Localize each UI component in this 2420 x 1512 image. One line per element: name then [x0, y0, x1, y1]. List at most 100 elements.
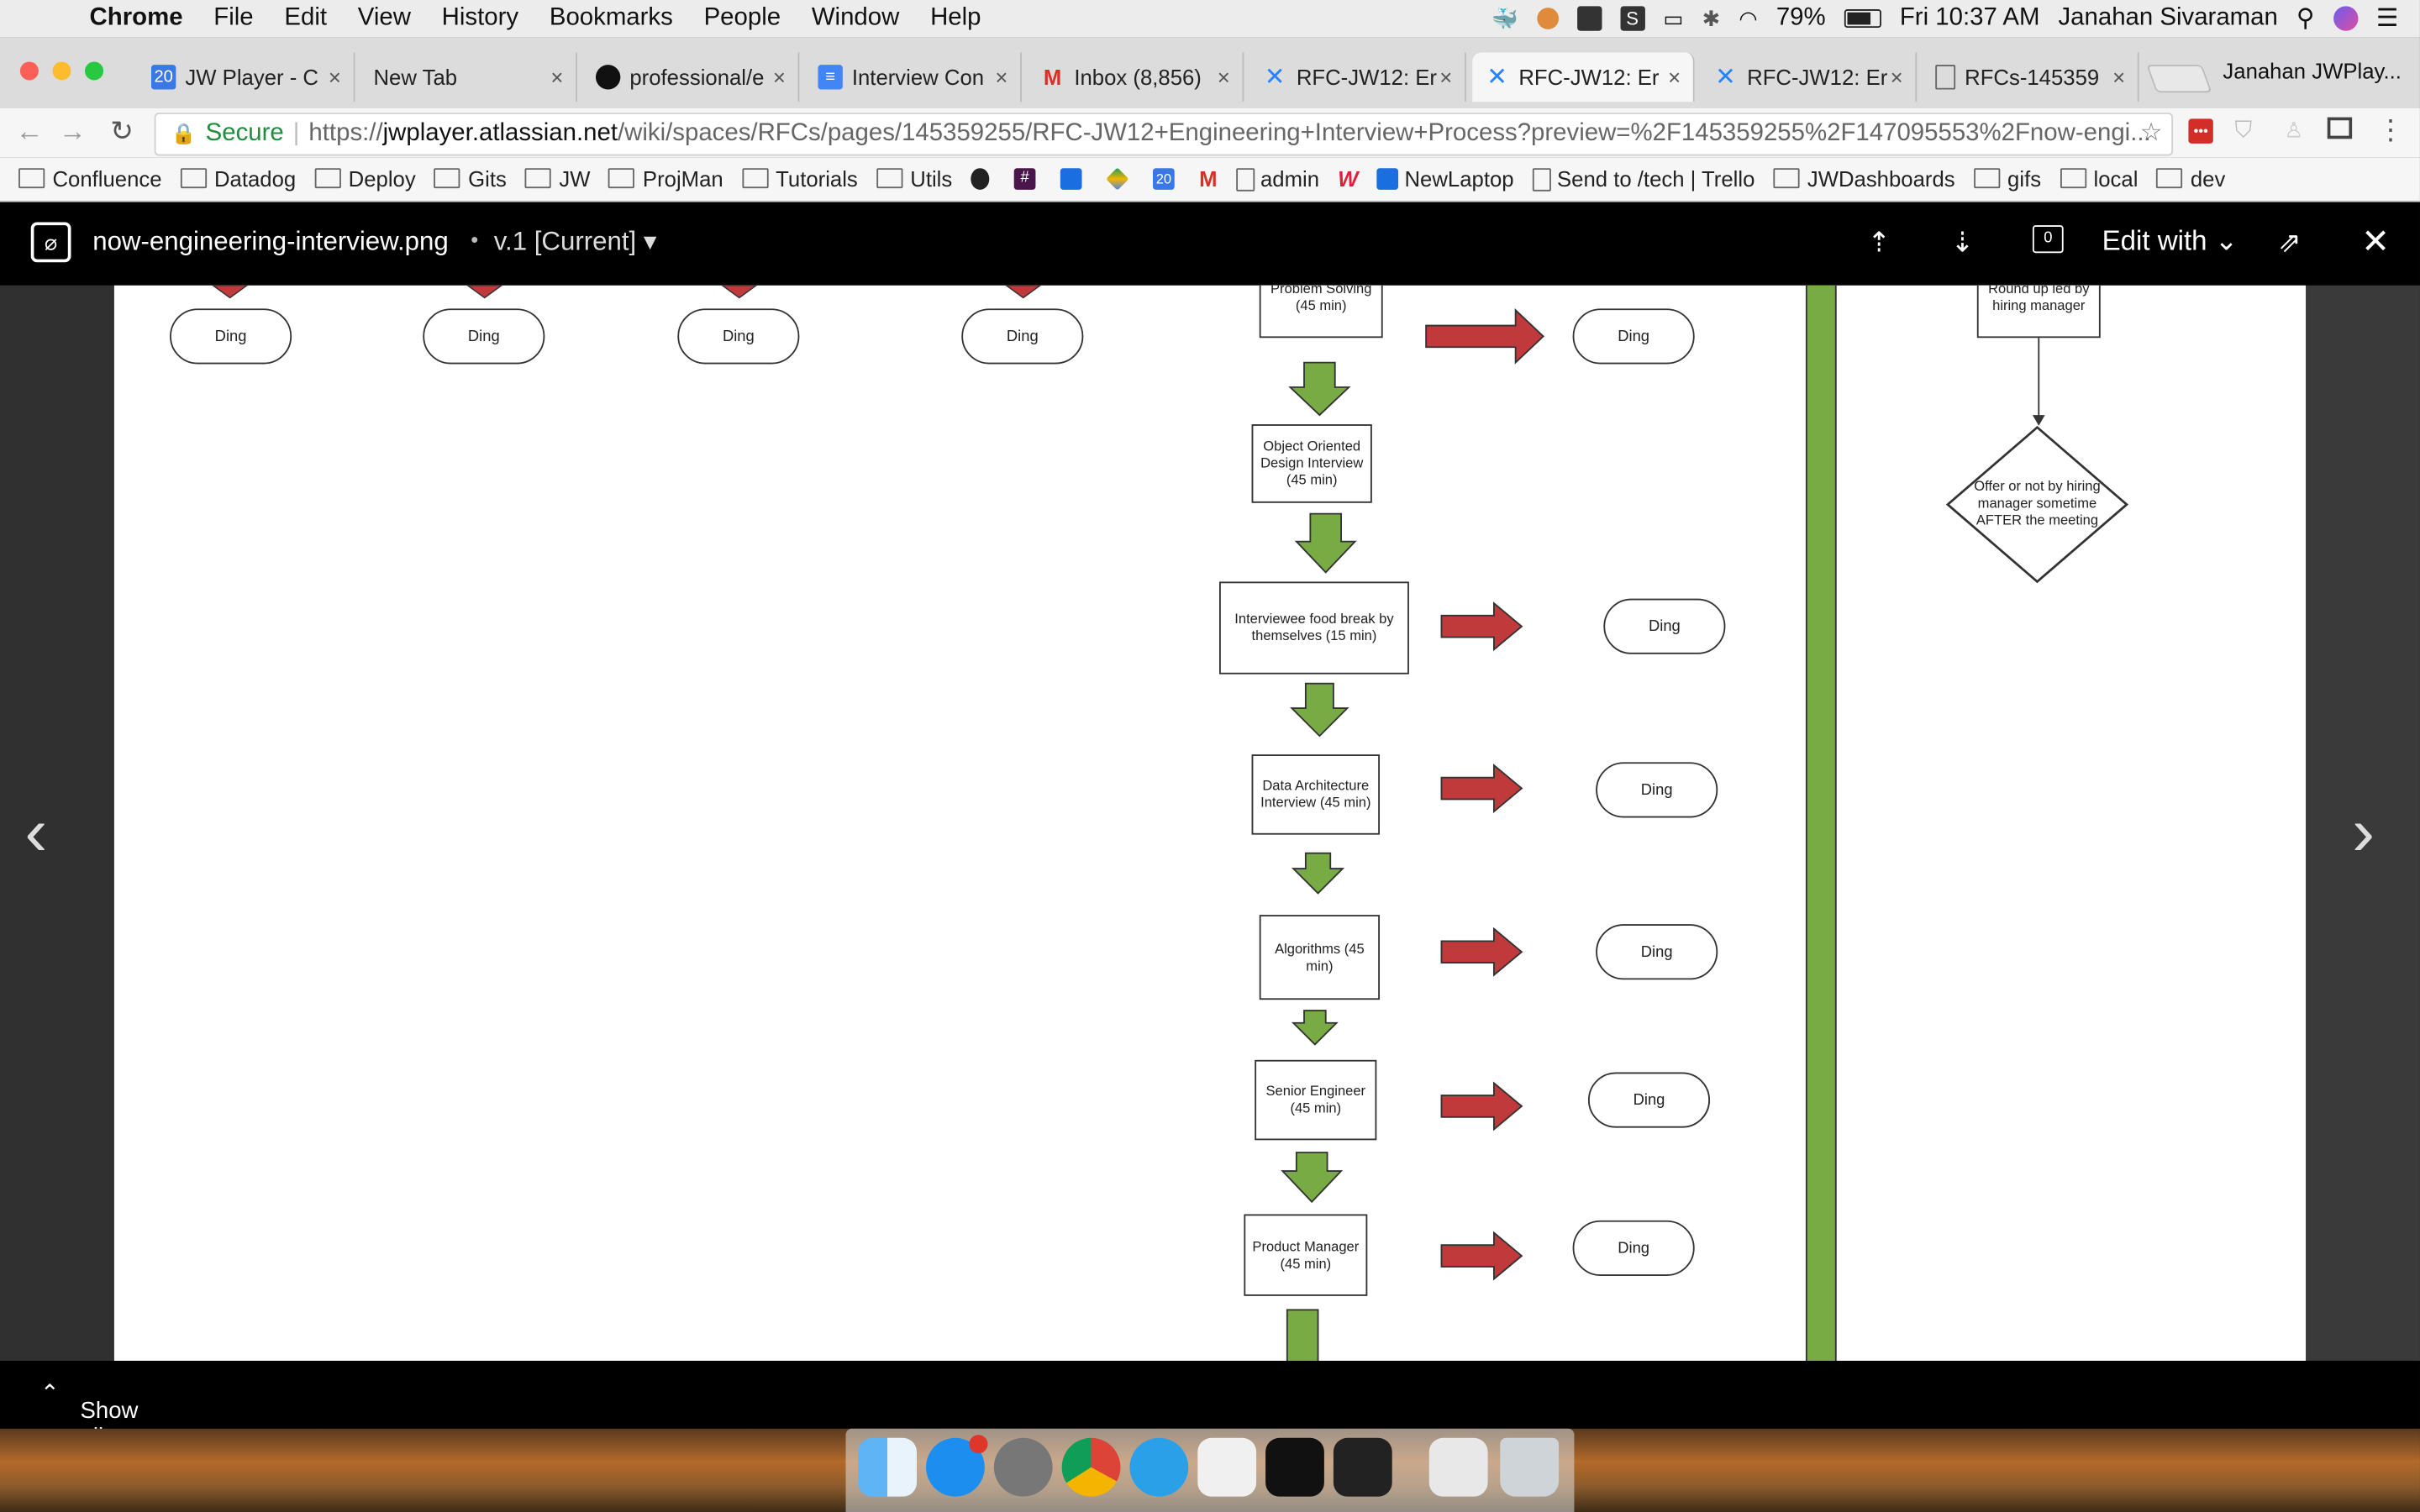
- documents-folder-icon[interactable]: [1428, 1437, 1488, 1497]
- window-close-button[interactable]: [19, 61, 39, 81]
- bookmark-gifs[interactable]: gifs: [1973, 166, 2041, 192]
- bluetooth-icon[interactable]: ✱: [1702, 5, 1721, 31]
- forward-button[interactable]: →: [55, 114, 89, 148]
- bookmark-star-icon[interactable]: ☆: [2140, 118, 2162, 149]
- notification-center-icon[interactable]: ☰: [2376, 3, 2398, 34]
- slack-icon[interactable]: [1197, 1437, 1257, 1497]
- menu-window[interactable]: Window: [812, 5, 900, 33]
- tab-confluence-rfc-1[interactable]: ✕ RFC-JW12: Er ×: [1250, 52, 1466, 102]
- comments-button[interactable]: 0: [2032, 225, 2064, 254]
- tab-close-icon[interactable]: ×: [773, 65, 786, 89]
- menu-bookmarks[interactable]: Bookmarks: [550, 5, 673, 33]
- window-minimize-button[interactable]: [52, 61, 71, 81]
- window-maximize-button[interactable]: [85, 61, 104, 81]
- tab-close-icon[interactable]: ×: [1891, 65, 1903, 89]
- chrome-menu-icon[interactable]: ⋮: [2377, 114, 2405, 147]
- back-button[interactable]: ←: [13, 114, 46, 148]
- intellij-icon[interactable]: [1265, 1437, 1324, 1497]
- reload-button[interactable]: ↻: [105, 114, 139, 148]
- tab-close-icon[interactable]: ×: [1668, 65, 1681, 89]
- bookmark-drive-icon[interactable]: [1106, 167, 1134, 191]
- bookmark-gits[interactable]: Gits: [434, 166, 507, 192]
- system-preferences-icon[interactable]: [993, 1437, 1053, 1497]
- current-user[interactable]: Janahan Sivaraman: [2058, 5, 2277, 33]
- menu-view[interactable]: View: [358, 5, 411, 33]
- terminal-icon[interactable]: [1333, 1437, 1392, 1497]
- bookmark-tutorials[interactable]: Tutorials: [741, 166, 858, 192]
- bookmark-jw[interactable]: JW: [524, 166, 590, 192]
- bookmark-calendar-icon[interactable]: 20: [1153, 168, 1181, 190]
- edit-with-button[interactable]: Edit with ⌄: [2102, 225, 2238, 258]
- bookmark-deploy[interactable]: Deploy: [314, 166, 416, 192]
- next-file-icon[interactable]: ›: [2352, 795, 2375, 872]
- wifi-icon[interactable]: ◠: [1739, 5, 1757, 31]
- share-icon[interactable]: ⇗: [2278, 227, 2302, 260]
- bookmark-gmail-icon[interactable]: M: [1199, 166, 1217, 191]
- tab-close-icon[interactable]: ×: [2112, 65, 2125, 89]
- menu-edit[interactable]: Edit: [284, 5, 327, 33]
- extension-screenshot-icon[interactable]: [2327, 117, 2353, 139]
- menu-file[interactable]: File: [213, 5, 253, 33]
- tab-new-tab[interactable]: New Tab ×: [361, 52, 577, 102]
- tab-rfcs-page[interactable]: RFCs-145359 ×: [1923, 52, 2139, 102]
- siri-icon[interactable]: [2333, 6, 2358, 31]
- tab-github[interactable]: professional/e ×: [583, 52, 800, 102]
- menu-people[interactable]: People: [704, 5, 781, 33]
- tab-close-icon[interactable]: ×: [329, 65, 341, 89]
- close-viewer-icon[interactable]: ✕: [2361, 222, 2390, 262]
- messages-icon[interactable]: [1129, 1437, 1189, 1497]
- bookmark-confluence[interactable]: Confluence: [18, 166, 162, 192]
- tab-confluence-rfc-active[interactable]: ✕ RFC-JW12: Er ×: [1472, 52, 1695, 102]
- extension-person-icon[interactable]: ♙: [2284, 118, 2303, 144]
- bookmark-utils[interactable]: Utils: [876, 166, 952, 192]
- tab-google-doc[interactable]: ≡ Interview Con ×: [806, 52, 1022, 102]
- url-text[interactable]: https://jwplayer.atlassian.net/wiki/spac…: [308, 120, 2150, 148]
- finder-icon[interactable]: [858, 1437, 917, 1497]
- green-down-arrow: [1288, 361, 1351, 417]
- layout-app-icon[interactable]: [1576, 6, 1602, 31]
- status-app-icon[interactable]: [1536, 8, 1559, 29]
- clock[interactable]: Fri 10:37 AM: [1900, 5, 2040, 33]
- docker-icon[interactable]: 🐳: [1491, 5, 1518, 31]
- profile-name[interactable]: Janahan JWPlay...: [2223, 59, 2401, 83]
- download-icon[interactable]: ⇣: [1951, 227, 1975, 260]
- upload-icon[interactable]: ⇡: [1867, 227, 1891, 260]
- tab-close-icon[interactable]: ×: [1439, 65, 1452, 89]
- version-dropdown[interactable]: v.1 [Current] ▾: [494, 227, 657, 258]
- bookmark-github-icon[interactable]: [971, 168, 995, 190]
- bookmark-jw-icon[interactable]: [1060, 168, 1088, 190]
- bookmark-admin[interactable]: admin: [1235, 166, 1319, 192]
- bookmark-local[interactable]: local: [2060, 166, 2138, 192]
- bookmark-slack-icon[interactable]: #: [1013, 168, 1042, 190]
- url-bar[interactable]: 🔒 Secure | https://jwplayer.atlassian.ne…: [154, 113, 2174, 156]
- menu-help[interactable]: Help: [930, 5, 981, 33]
- bookmark-jwdashboards[interactable]: JWDashboards: [1773, 166, 1955, 192]
- show-all-files-button[interactable]: Show all files ⌃: [40, 1379, 139, 1477]
- chrome-icon[interactable]: [1061, 1437, 1121, 1497]
- lock-icon[interactable]: 🔒: [171, 122, 197, 146]
- bookmark-newlaptop[interactable]: NewLaptop: [1376, 166, 1514, 192]
- menu-app-chrome[interactable]: Chrome: [90, 5, 183, 33]
- s-app-icon[interactable]: S: [1619, 6, 1645, 31]
- tab-close-icon[interactable]: ×: [1218, 65, 1230, 89]
- bookmark-projman[interactable]: ProjMan: [608, 166, 723, 192]
- bookmark-dev[interactable]: dev: [2156, 166, 2225, 192]
- battery-percent[interactable]: 79%: [1776, 5, 1826, 33]
- extension-lastpass-icon[interactable]: •••: [2188, 118, 2213, 144]
- airplay-icon[interactable]: ▭: [1663, 5, 1683, 31]
- spotlight-search-icon[interactable]: ⚲: [2296, 3, 2315, 34]
- tab-confluence-rfc-3[interactable]: ✕ RFC-JW12: Er ×: [1701, 52, 1918, 102]
- tab-close-icon[interactable]: ×: [550, 65, 563, 89]
- previous-file-icon[interactable]: ‹: [24, 795, 47, 872]
- new-tab-button[interactable]: [2146, 65, 2212, 93]
- red-right-arrow: [1425, 308, 1545, 365]
- tab-gmail[interactable]: M Inbox (8,856) ×: [1028, 52, 1244, 102]
- bookmark-trello[interactable]: Send to /tech | Trello: [1532, 166, 1754, 192]
- tab-jwplayer-calendar[interactable]: 20 JW Player - C ×: [139, 52, 355, 102]
- menu-history[interactable]: History: [442, 5, 518, 33]
- bookmark-datadog[interactable]: Datadog: [180, 166, 296, 192]
- bookmark-w-icon[interactable]: W: [1338, 166, 1358, 191]
- tab-close-icon[interactable]: ×: [995, 65, 1007, 89]
- extension-shield-icon[interactable]: ⛉: [2235, 118, 2253, 144]
- trash-icon[interactable]: [1500, 1437, 1560, 1497]
